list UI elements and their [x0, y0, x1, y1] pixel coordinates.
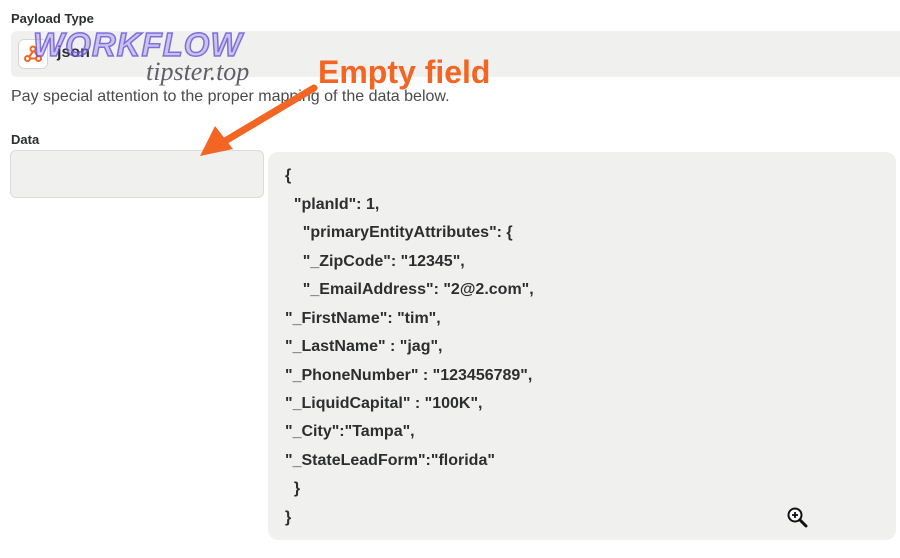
- code-line: "_ZipCode": "12345",: [285, 253, 465, 270]
- code-line: {: [285, 167, 292, 184]
- code-line: "planId": 1,: [285, 196, 380, 213]
- code-line: "_LiquidCapital" : "100K",: [285, 395, 483, 412]
- code-line: }: [285, 509, 292, 526]
- code-line: "_FirstName": "tim",: [285, 310, 441, 327]
- code-line: "_City":"Tampa",: [285, 423, 415, 440]
- code-line: "_LastName" : "jag",: [285, 338, 443, 355]
- code-line: "_PhoneNumber" : "123456789",: [285, 367, 533, 384]
- annotation-arrow: [200, 84, 318, 156]
- code-line: "primaryEntityAttributes": {: [285, 224, 513, 241]
- code-line: "_StateLeadForm":"florida": [285, 452, 495, 469]
- code-line: "_EmailAddress": "2@2.com",: [285, 281, 534, 298]
- zoom-in-cursor-icon: [787, 507, 808, 528]
- data-value-field[interactable]: { "planId": 1, "primaryEntityAttributes"…: [268, 152, 896, 540]
- annotation-label: Empty field: [318, 54, 491, 90]
- code-line: }: [285, 480, 301, 497]
- data-label: Data: [11, 132, 40, 147]
- payload-type-label: Payload Type: [11, 11, 94, 26]
